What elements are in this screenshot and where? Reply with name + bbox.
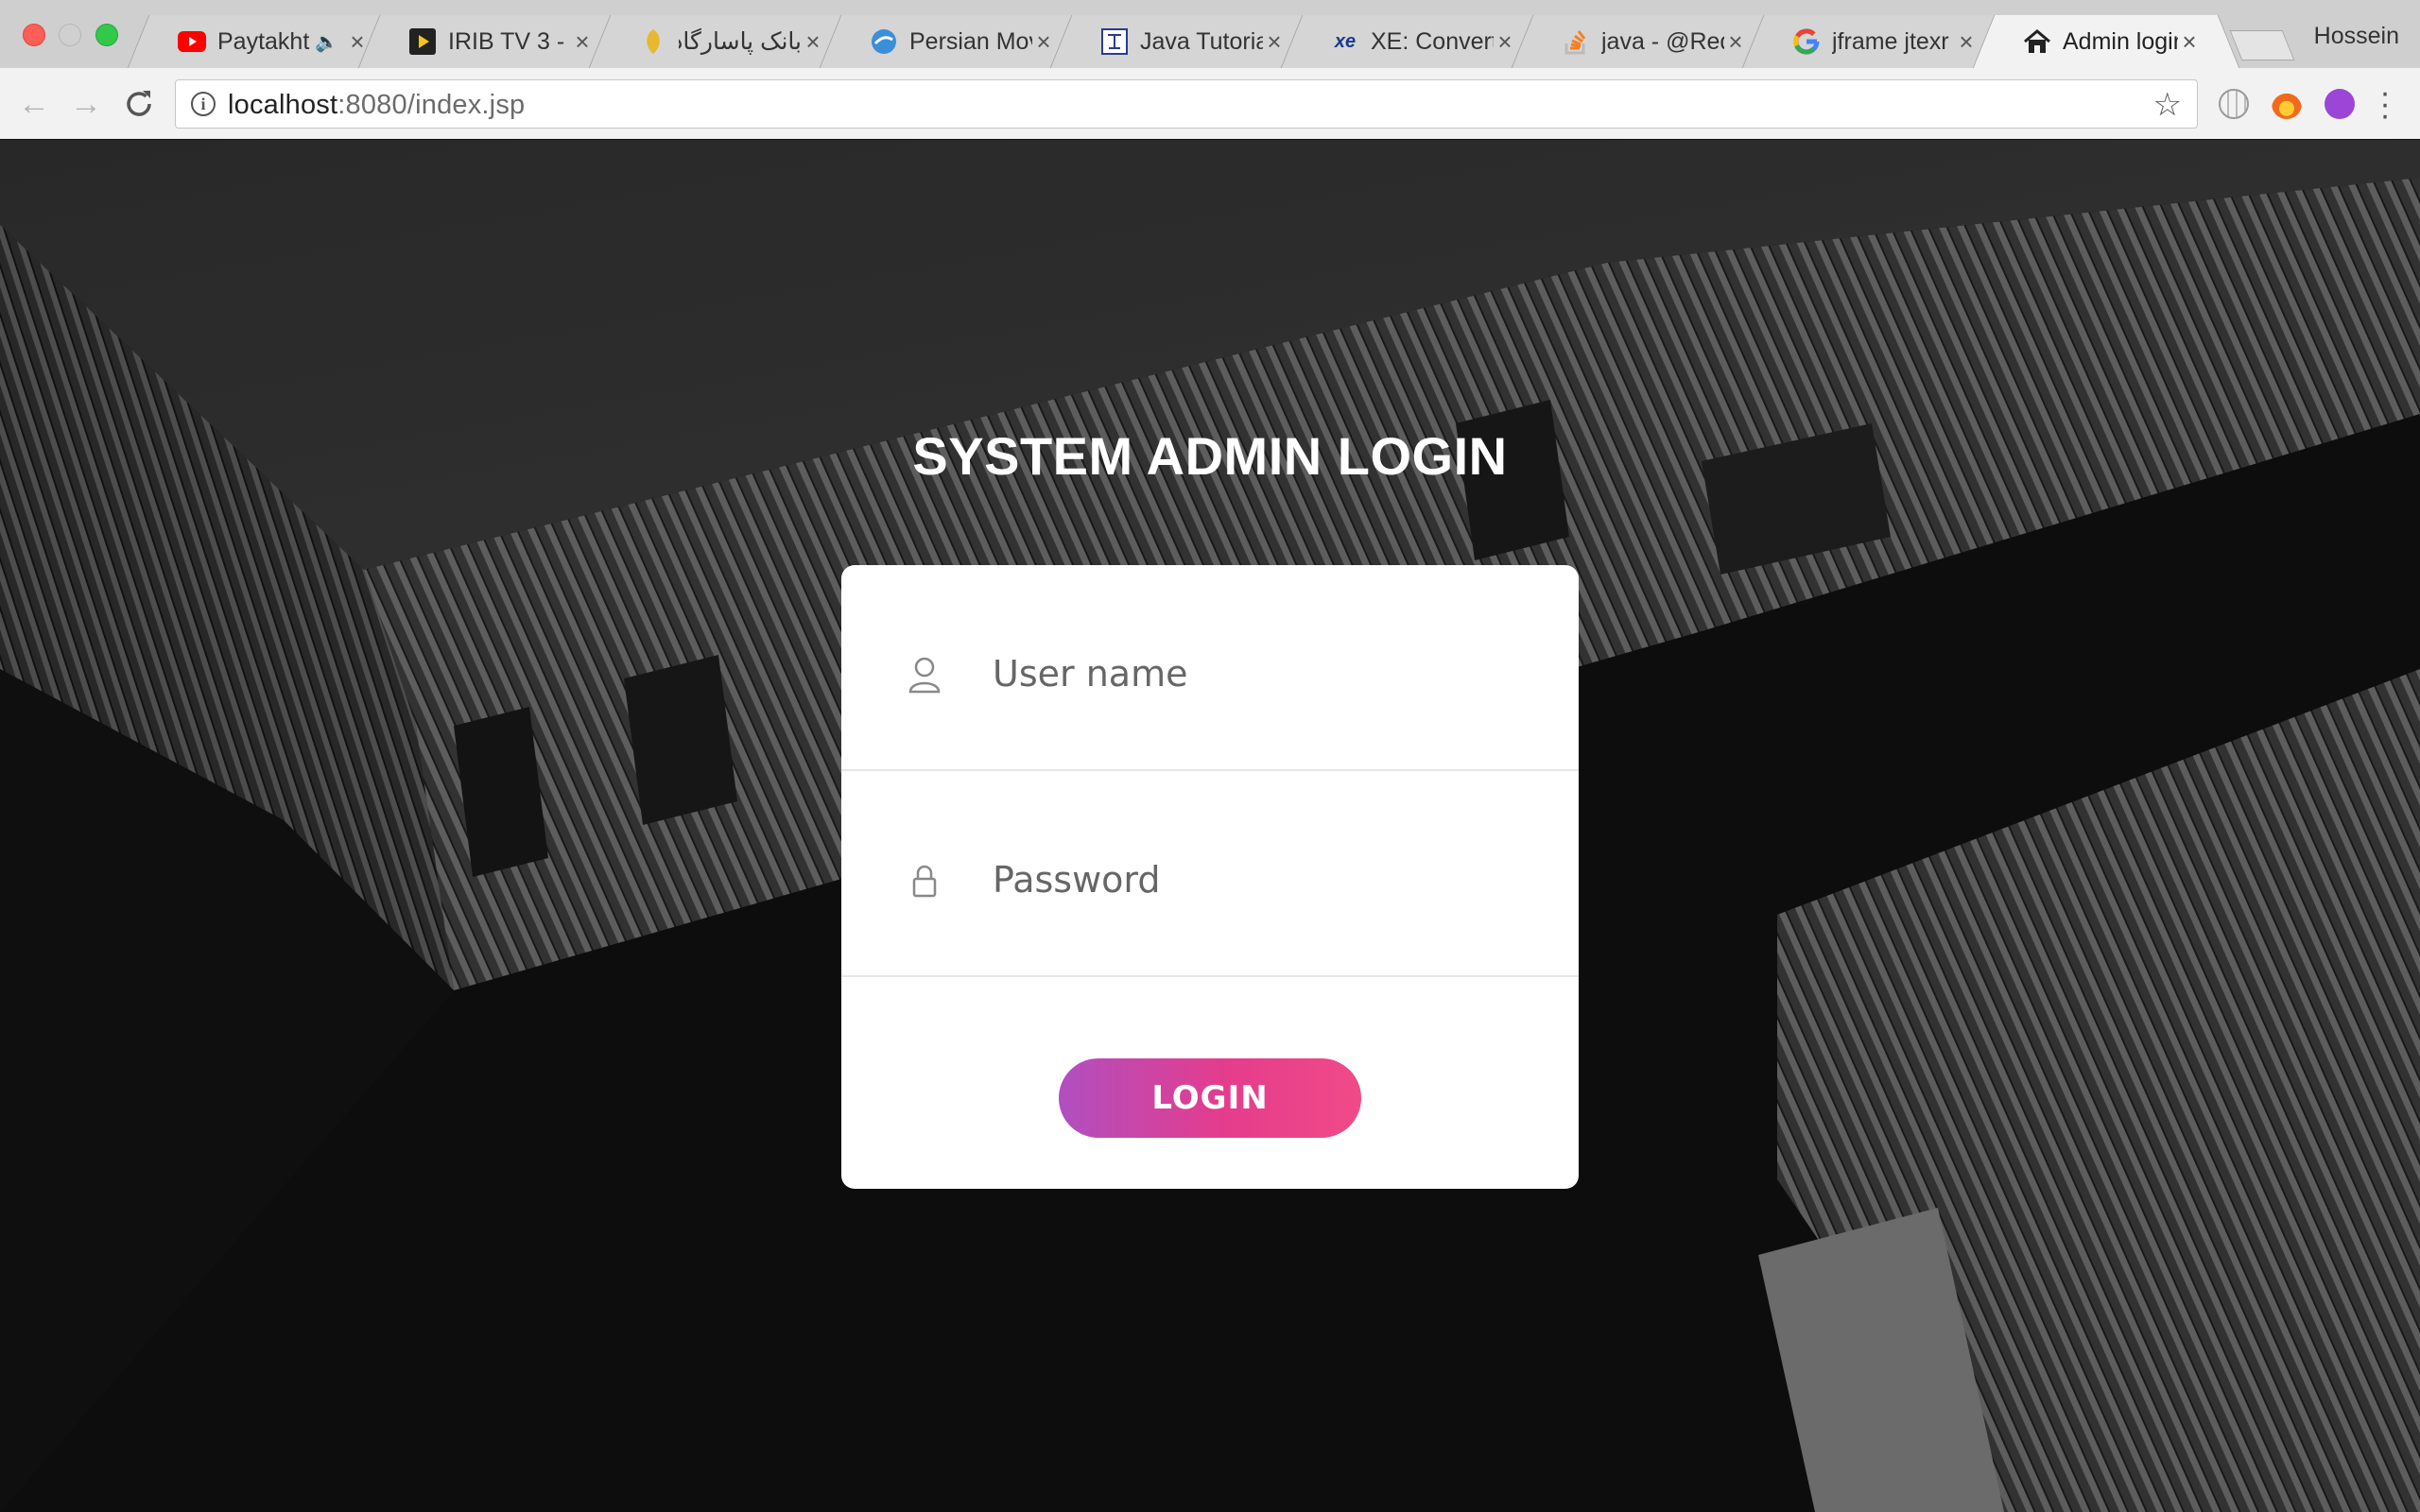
password-input[interactable] [993,847,1522,913]
tab-title: XE: Convert [1371,27,1494,55]
tab-irib[interactable]: IRIB TV 3 - × [380,15,611,68]
page-content: SYSTEM ADMIN LOGIN LOGIN [0,140,2420,1512]
new-tab-button[interactable] [2229,30,2295,60]
tab-java-tutorial[interactable]: Java Tutoria × [1072,15,1303,68]
tab-title: Admin login [2063,27,2178,55]
tutorial-icon [1100,27,1129,56]
close-tab-icon[interactable]: × [802,27,824,57]
reload-icon[interactable] [120,85,158,123]
youtube-icon [178,27,206,56]
close-tab-icon[interactable]: × [1032,27,1055,57]
minimize-window-button[interactable] [59,24,81,46]
close-tab-icon[interactable]: × [571,27,594,57]
bank-icon [639,27,667,56]
tab-title: java - @Req [1601,27,1724,55]
purple-extension-icon[interactable] [2325,89,2355,119]
close-tab-icon[interactable]: × [2178,27,2201,57]
xe-icon: xe [1334,30,1357,52]
speaker-icon[interactable]: 🔈 [315,30,338,54]
play-icon [408,27,437,56]
close-tab-icon[interactable]: × [1724,27,1747,57]
tab-title: jframe jtexr [1832,27,1949,55]
user-icon [908,657,941,694]
tab-title: Persian Mov [909,27,1032,55]
url-path: :8080/index.jsp [337,90,526,120]
close-tab-icon[interactable]: × [346,27,369,57]
password-row [841,771,1579,977]
close-tab-icon[interactable]: × [1955,27,1978,57]
profile-name[interactable]: Hossein [2314,23,2399,50]
fire-extension-icon[interactable] [2272,89,2302,119]
close-window-button[interactable] [23,24,45,46]
close-tab-icon[interactable]: × [1263,27,1286,57]
back-arrow-icon[interactable]: ← [15,85,53,123]
globe-blue-icon [870,27,898,56]
login-card: LOGIN [841,565,1579,1189]
tab-title: Paytakht [217,27,310,55]
forward-arrow-icon[interactable]: → [67,85,105,123]
tab-title: Java Tutoria [1140,27,1263,55]
tab-paytakht[interactable]: Paytakht 🔈 × [149,15,386,68]
username-row [841,565,1579,771]
bookmark-star-icon[interactable]: ☆ [2153,86,2182,124]
maximize-window-button[interactable] [95,24,118,46]
tab-java-request[interactable]: java - @Req × [1533,15,1764,68]
url-host: localhost [228,90,338,120]
more-menu-icon[interactable]: · · · [2376,77,2394,131]
login-button[interactable]: LOGIN [1059,1058,1361,1138]
close-tab-icon[interactable]: × [1494,27,1516,57]
tab-title: IRIB TV 3 - [448,27,565,55]
tab-xe-convert[interactable]: xe XE: Convert × [1303,15,1533,68]
page-title: SYSTEM ADMIN LOGIN [912,426,1508,486]
stackoverflow-icon [1562,27,1590,56]
tab-persian-movies[interactable]: Persian Mov × [841,15,1072,68]
tab-admin-login[interactable]: Admin login × [1995,15,2218,68]
globe-extension-icon[interactable] [2219,89,2249,119]
home-icon [2023,27,2051,56]
username-input[interactable] [993,641,1522,707]
info-icon[interactable]: i [191,92,216,116]
tab-bank-pasargad[interactable]: بانک پاسارگاد :: × [611,15,841,68]
address-bar[interactable]: i localhost:8080/index.jsp ☆ [175,79,2198,129]
lock-icon [912,865,937,898]
google-icon [1792,27,1821,56]
browser-chrome: Paytakht 🔈 × IRIB TV 3 - × بانک پاسارگاد… [0,0,2420,139]
tab-title: بانک پاسارگاد :: [679,28,802,55]
tab-strip: Paytakht 🔈 × IRIB TV 3 - × بانک پاسارگاد… [0,0,2420,68]
tab-jframe[interactable]: jframe jtexr × [1764,15,1995,68]
url-text[interactable]: localhost:8080/index.jsp [228,90,525,121]
